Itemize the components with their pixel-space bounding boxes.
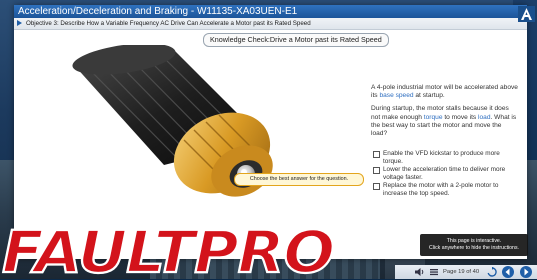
answer-option-1[interactable]: Enable the VFD kickstar to produce more … [373, 150, 521, 165]
question-text: A 4-pole industrial motor will be accele… [371, 84, 519, 143]
objective-bar: Objective 3: Describe How a Variable Fre… [14, 18, 527, 30]
page-indicator: Page 19 of 40 [443, 269, 480, 275]
keyword-load[interactable]: load [478, 114, 490, 121]
menu-icon[interactable] [430, 268, 438, 276]
volume-icon[interactable] [415, 268, 425, 276]
tooltip-line-2: Click anywhere to hide the instructions. [429, 244, 519, 251]
answer-option-3[interactable]: Replace the motor with a 2-pole motor to… [373, 182, 521, 197]
next-page-icon[interactable] [519, 266, 533, 278]
question-paragraph-1: A 4-pole industrial motor will be accele… [371, 84, 518, 100]
previous-page-icon[interactable] [501, 266, 515, 278]
window-title: Acceleration/Deceleration and Braking - … [18, 6, 298, 17]
brand-logo-icon [518, 6, 535, 22]
answer-option-2[interactable]: Lower the acceleration time to deliver m… [373, 166, 521, 181]
objective-arrow-icon [17, 20, 22, 26]
question-paragraph-2: During startup, the motor stalls because… [371, 105, 517, 138]
faultpro-wordmark-logo: FAULTPRO [1, 217, 336, 280]
answer-checkbox[interactable] [373, 167, 380, 174]
choose-answer-prompt: Choose the best answer for the question. [234, 173, 364, 186]
objective-text: Objective 3: Describe How a Variable Fre… [26, 20, 311, 27]
answer-checkbox[interactable] [373, 151, 380, 158]
keyword-base-speed[interactable]: base speed [379, 92, 413, 99]
replay-icon[interactable] [487, 267, 497, 277]
window-titlebar: Acceleration/Deceleration and Braking - … [14, 5, 527, 18]
keyword-torque[interactable]: torque [424, 114, 443, 121]
interactive-hint-tooltip[interactable]: This page is interactive. Click anywhere… [420, 234, 528, 256]
answer-checkbox[interactable] [373, 183, 380, 190]
faultpro-wordmark-text: FAULTPRO [2, 218, 334, 280]
player-footer: Page 19 of 40 [395, 265, 537, 279]
